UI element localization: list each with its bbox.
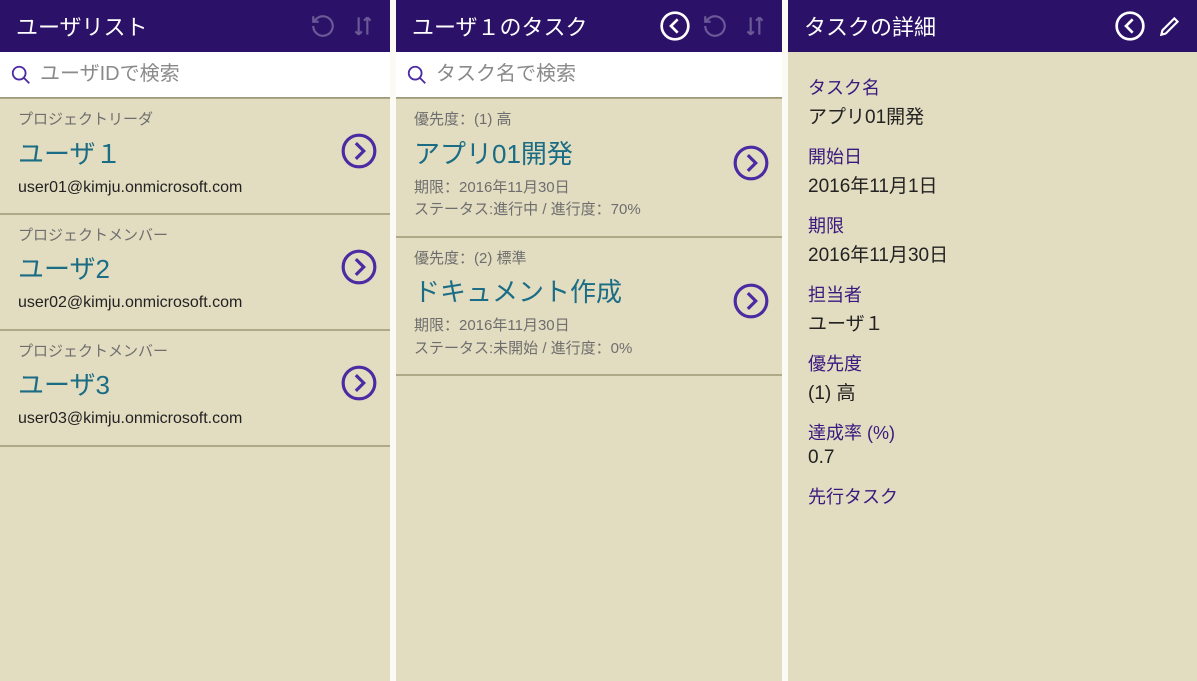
tasks-pane: ユーザ１のタスク 優先度：(1) 高 アプリ01開発 期限：2016年11月30…	[396, 0, 782, 681]
field-label: 期限	[808, 212, 1177, 238]
user-row[interactable]: プロジェクトリーダ ユーザ１ user01@kimju.onmicrosoft.…	[0, 98, 390, 215]
edit-icon[interactable]	[1153, 9, 1187, 43]
task-due: 期限：2016年11月30日	[414, 315, 724, 338]
field-label: 開始日	[808, 143, 1177, 169]
tasks-title: ユーザ１のタスク	[412, 10, 652, 42]
users-pane: ユーザリスト プロジェクトリーダ ユーザ１ user01@kimju.onmic…	[0, 0, 390, 681]
users-header: ユーザリスト	[0, 0, 390, 52]
task-priority: 優先度：(1) 高	[414, 109, 724, 132]
chevron-right-icon[interactable]	[340, 364, 378, 407]
field-value: (1) 高	[808, 378, 1177, 405]
chevron-right-icon[interactable]	[340, 132, 378, 175]
user-role: プロジェクトメンバー	[18, 225, 332, 248]
detail-pane: タスクの詳細 タスク名 アプリ01開発 開始日 2016年11月1日 期限 20…	[788, 0, 1197, 681]
user-email: user02@kimju.onmicrosoft.com	[18, 292, 332, 314]
users-search-input[interactable]	[40, 63, 380, 86]
users-title: ユーザリスト	[16, 10, 300, 42]
field-value: 2016年11月1日	[808, 171, 1177, 198]
detail-title: タスクの詳細	[804, 10, 1107, 42]
field-value: アプリ01開発	[808, 102, 1177, 129]
task-row[interactable]: 優先度：(2) 標準 ドキュメント作成 期限：2016年11月30日 ステータス…	[396, 238, 782, 377]
user-email: user03@kimju.onmicrosoft.com	[18, 408, 332, 430]
user-row[interactable]: プロジェクトメンバー ユーザ2 user02@kimju.onmicrosoft…	[0, 215, 390, 331]
user-row[interactable]: プロジェクトメンバー ユーザ3 user03@kimju.onmicrosoft…	[0, 331, 390, 447]
detail-body: タスク名 アプリ01開発 開始日 2016年11月1日 期限 2016年11月3…	[788, 52, 1197, 527]
search-icon	[406, 64, 428, 86]
field-label: 担当者	[808, 281, 1177, 307]
field-value: 0.7	[808, 447, 1177, 469]
chevron-right-icon[interactable]	[340, 248, 378, 291]
user-email: user01@kimju.onmicrosoft.com	[18, 177, 332, 199]
field-label: 優先度	[808, 350, 1177, 376]
task-name: ドキュメント作成	[414, 272, 724, 309]
user-name: ユーザ3	[18, 365, 332, 402]
sort-icon[interactable]	[346, 9, 380, 43]
user-role: プロジェクトリーダ	[18, 109, 332, 132]
chevron-right-icon[interactable]	[732, 144, 770, 187]
field-value: 2016年11月30日	[808, 240, 1177, 267]
field-label: タスク名	[808, 74, 1177, 100]
task-due: 期限：2016年11月30日	[414, 177, 724, 200]
task-status: ステータス:未開始 / 進行度：0%	[414, 338, 724, 361]
users-list: プロジェクトリーダ ユーザ１ user01@kimju.onmicrosoft.…	[0, 98, 390, 681]
field-value: ユーザ１	[808, 309, 1177, 336]
tasks-list: 優先度：(1) 高 アプリ01開発 期限：2016年11月30日 ステータス:進…	[396, 98, 782, 681]
refresh-icon[interactable]	[698, 9, 732, 43]
detail-header: タスクの詳細	[788, 0, 1197, 52]
task-name: アプリ01開発	[414, 134, 724, 171]
user-name: ユーザ2	[18, 249, 332, 286]
users-search[interactable]	[0, 52, 390, 98]
user-name: ユーザ１	[18, 134, 332, 171]
task-row[interactable]: 優先度：(1) 高 アプリ01開発 期限：2016年11月30日 ステータス:進…	[396, 98, 782, 238]
search-icon	[10, 64, 32, 86]
task-status: ステータス:進行中 / 進行度：70%	[414, 199, 724, 222]
refresh-icon[interactable]	[306, 9, 340, 43]
sort-icon[interactable]	[738, 9, 772, 43]
chevron-right-icon[interactable]	[732, 282, 770, 325]
tasks-search[interactable]	[396, 52, 782, 98]
tasks-header: ユーザ１のタスク	[396, 0, 782, 52]
back-icon[interactable]	[1113, 9, 1147, 43]
back-icon[interactable]	[658, 9, 692, 43]
tasks-search-input[interactable]	[436, 63, 772, 86]
task-priority: 優先度：(2) 標準	[414, 248, 724, 271]
user-role: プロジェクトメンバー	[18, 341, 332, 364]
field-label: 先行タスク	[808, 483, 1177, 509]
field-label: 達成率 (%)	[808, 419, 1177, 445]
